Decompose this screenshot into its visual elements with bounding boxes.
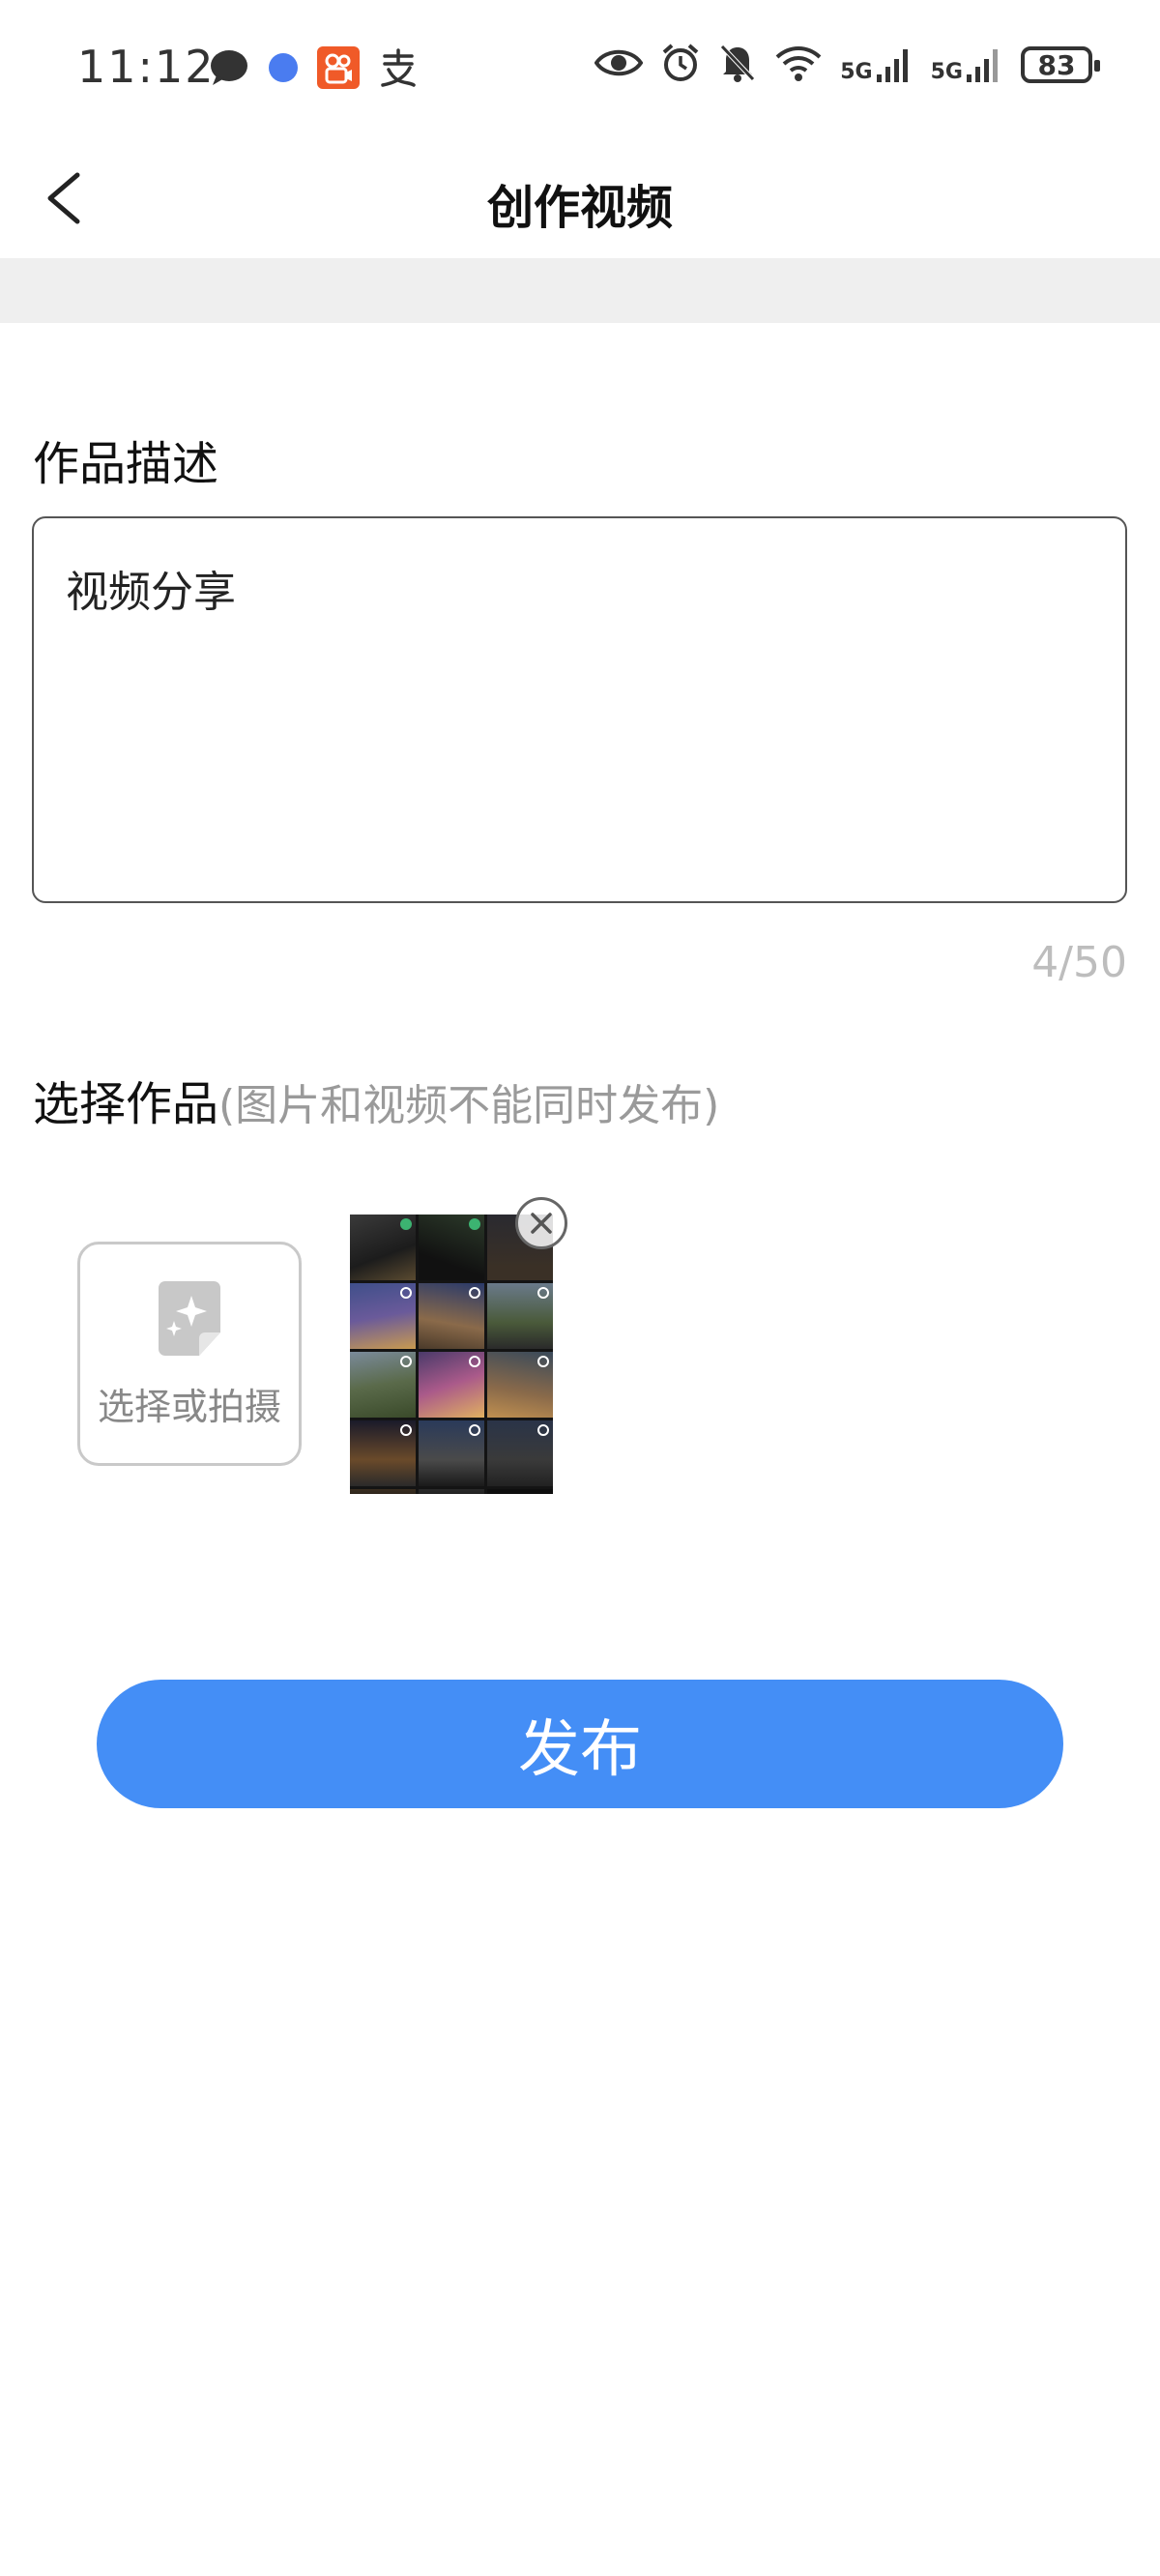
thumb-cell (350, 1489, 416, 1494)
thumb-cell (487, 1420, 553, 1486)
thumb-cell (350, 1420, 416, 1486)
thumb-cell (350, 1283, 416, 1349)
select-or-capture-button[interactable]: 选择或拍摄 (77, 1242, 302, 1466)
sparkle-image-icon (159, 1280, 220, 1356)
battery-level: 83 (1037, 48, 1076, 81)
thumb-cell (419, 1352, 484, 1418)
description-label: 作品描述 (33, 437, 219, 491)
notification-icons (209, 46, 420, 93)
close-icon (531, 1213, 552, 1234)
alarm-icon (660, 43, 701, 87)
publish-button[interactable]: 发布 (97, 1680, 1063, 1808)
remove-thumbnail-button[interactable] (515, 1197, 567, 1249)
divider-band (0, 258, 1160, 323)
chat-bubble-icon (209, 48, 249, 91)
network-type-2: 5G (930, 60, 963, 84)
thumb-cell (487, 1283, 553, 1349)
status-time: 11:12 (77, 41, 216, 93)
wifi-icon (774, 44, 823, 86)
eye-icon (594, 46, 644, 83)
status-bar: 11:12 5G 5G 83 (0, 0, 1160, 140)
cell-signal-icon (876, 49, 908, 82)
thumb-cell (487, 1352, 553, 1418)
system-icons: 5G 5G 83 (594, 43, 1100, 87)
network-type-1: 5G (840, 60, 873, 84)
blue-dot-icon (267, 51, 300, 88)
thumb-cell (350, 1215, 416, 1280)
mute-bell-icon (718, 43, 757, 87)
select-or-capture-label: 选择或拍摄 (97, 1385, 281, 1428)
thumb-cell (419, 1283, 484, 1349)
thumb-cell (350, 1352, 416, 1418)
works-hint: (图片和视频不能同时发布) (218, 1081, 720, 1130)
works-label: 选择作品(图片和视频不能同时发布) (33, 1066, 719, 1133)
thumb-cell (487, 1489, 553, 1494)
description-text: 视频分享 (66, 568, 236, 617)
cell-signal-1: 5G (840, 45, 913, 84)
cell-signal-2: 5G (931, 45, 1003, 84)
cell-signal-icon (967, 49, 998, 82)
thumb-cell (419, 1215, 484, 1280)
thumbnail-collage (350, 1215, 553, 1494)
char-counter: 4/50 (1031, 938, 1127, 987)
description-textarea[interactable]: 视频分享 (32, 516, 1127, 903)
selected-video-thumbnail[interactable] (350, 1215, 553, 1494)
thumb-cell (419, 1420, 484, 1486)
nav-header: 创作视频 (0, 140, 1160, 256)
kuaishou-app-icon (317, 46, 360, 93)
alipay-icon (377, 46, 420, 93)
page-title: 创作视频 (486, 181, 673, 235)
battery-icon: 83 (1021, 46, 1100, 83)
works-label-text: 选择作品 (33, 1077, 219, 1131)
thumb-cell (419, 1489, 484, 1494)
